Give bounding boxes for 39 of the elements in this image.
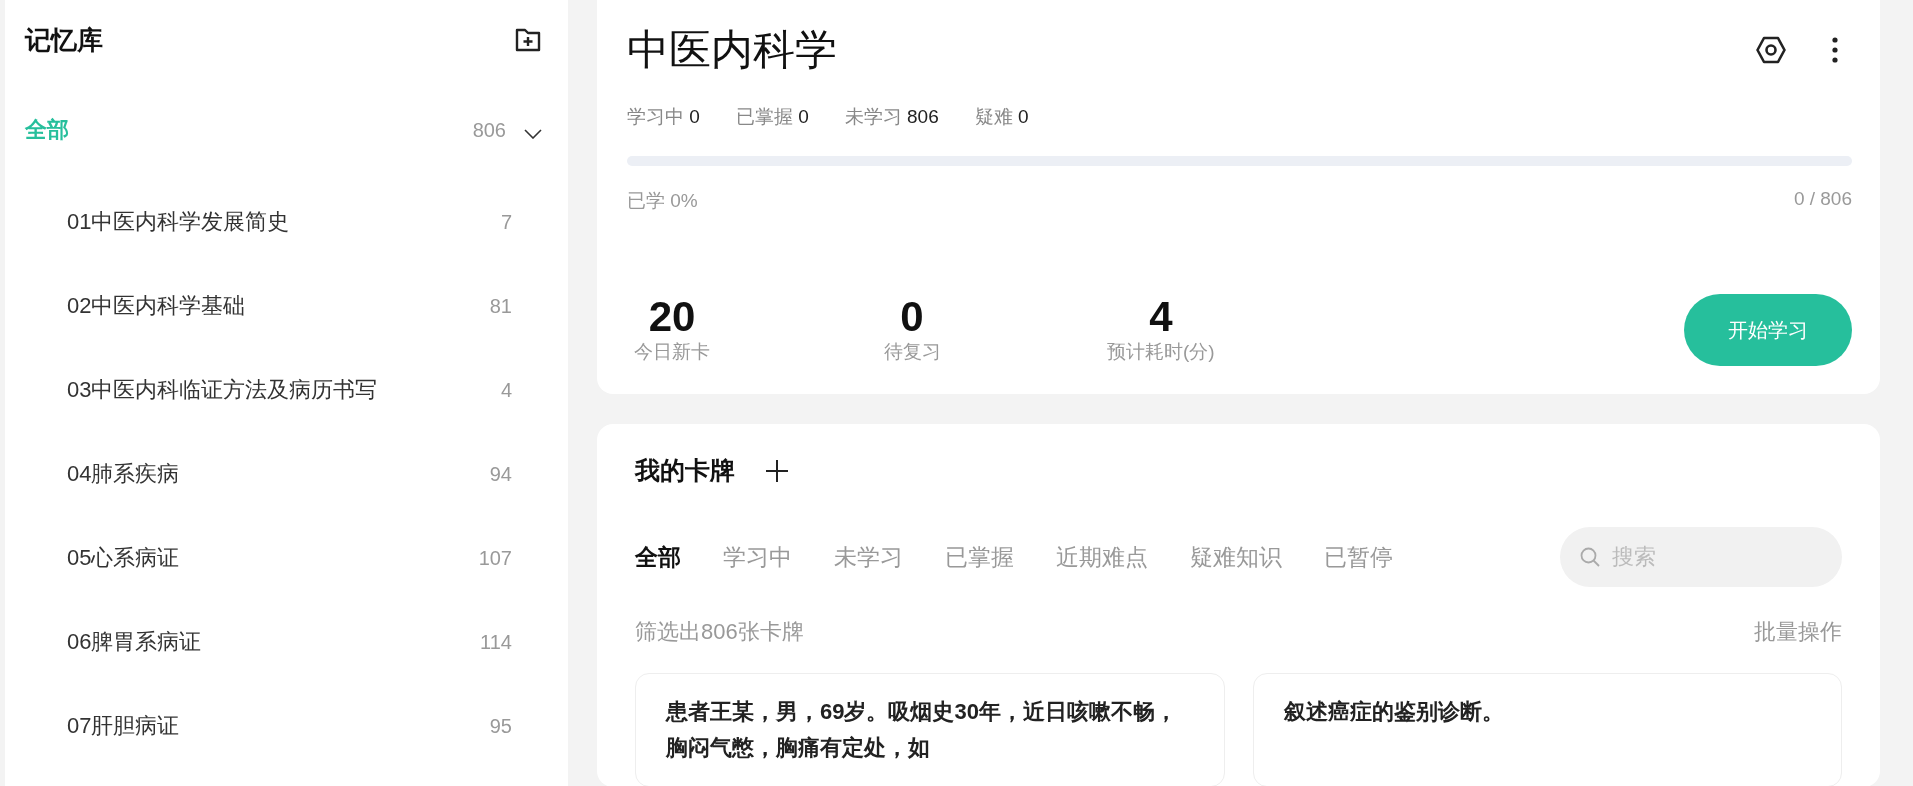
more-icon[interactable] bbox=[1832, 37, 1838, 63]
stat-caption: 预计耗时(分) bbox=[1107, 340, 1215, 365]
stat-label: 未学习 806 bbox=[844, 105, 939, 129]
stat-label: 学习中 0 bbox=[627, 105, 700, 129]
deck-title: 中医内科学 bbox=[627, 25, 837, 75]
item-count: 95 bbox=[489, 714, 512, 738]
stat-caption: 今日新卡 bbox=[634, 340, 710, 365]
card-question: 患者王某，男，69岁。吸烟史30年，近日咳嗽不畅，胸闷气憋，胸痛有定处，如 bbox=[666, 698, 1178, 762]
stat-label: 已掌握 0 bbox=[735, 105, 809, 129]
stat-value: 0 bbox=[900, 294, 924, 340]
tree-item[interactable]: 02中医内科学基础 81 bbox=[25, 264, 542, 348]
tree-item[interactable]: 03中医内科临证方法及病历书写 4 bbox=[25, 348, 542, 432]
item-count: 806 bbox=[472, 118, 506, 142]
tree-item[interactable]: 06脾胃系病证 114 bbox=[25, 600, 542, 684]
item-count: 114 bbox=[480, 630, 512, 654]
plus-icon[interactable] bbox=[765, 458, 789, 483]
filter-tab[interactable]: 全部 bbox=[635, 541, 681, 573]
stat-value: 20 bbox=[648, 294, 696, 340]
item-count: 7 bbox=[500, 210, 512, 234]
card-question: 叙述癌症的鉴别诊断。 bbox=[1283, 698, 1505, 726]
item-count: 81 bbox=[489, 294, 512, 318]
settings-icon[interactable] bbox=[1756, 36, 1786, 64]
item-count: 4 bbox=[500, 378, 512, 402]
filter-summary: 筛选出806张卡牌 bbox=[635, 618, 804, 646]
chevron-icon[interactable] bbox=[524, 129, 542, 139]
progress-label: 已学 0% bbox=[627, 189, 698, 213]
stat-caption: 待复习 bbox=[883, 340, 941, 365]
tree-item[interactable]: 04肺系疾病 94 bbox=[25, 432, 542, 516]
sidebar-title: 记忆库 bbox=[25, 23, 103, 57]
progress-reading: 0 / 806 bbox=[1793, 188, 1852, 211]
new-folder-button[interactable] bbox=[514, 27, 542, 53]
item-count: 94 bbox=[489, 462, 512, 486]
stat-label: 疑难 0 bbox=[974, 105, 1029, 129]
tree-item[interactable]: 05心系病证 107 bbox=[25, 516, 542, 600]
cards-title: 我的卡牌 bbox=[635, 455, 735, 486]
tree-item[interactable]: 01中医内科学发展简史 7 bbox=[25, 180, 542, 264]
tree-item[interactable]: 07肝胆病证 95 bbox=[25, 684, 542, 768]
item-count: 107 bbox=[478, 546, 512, 570]
stat-value: 4 bbox=[1149, 294, 1173, 340]
